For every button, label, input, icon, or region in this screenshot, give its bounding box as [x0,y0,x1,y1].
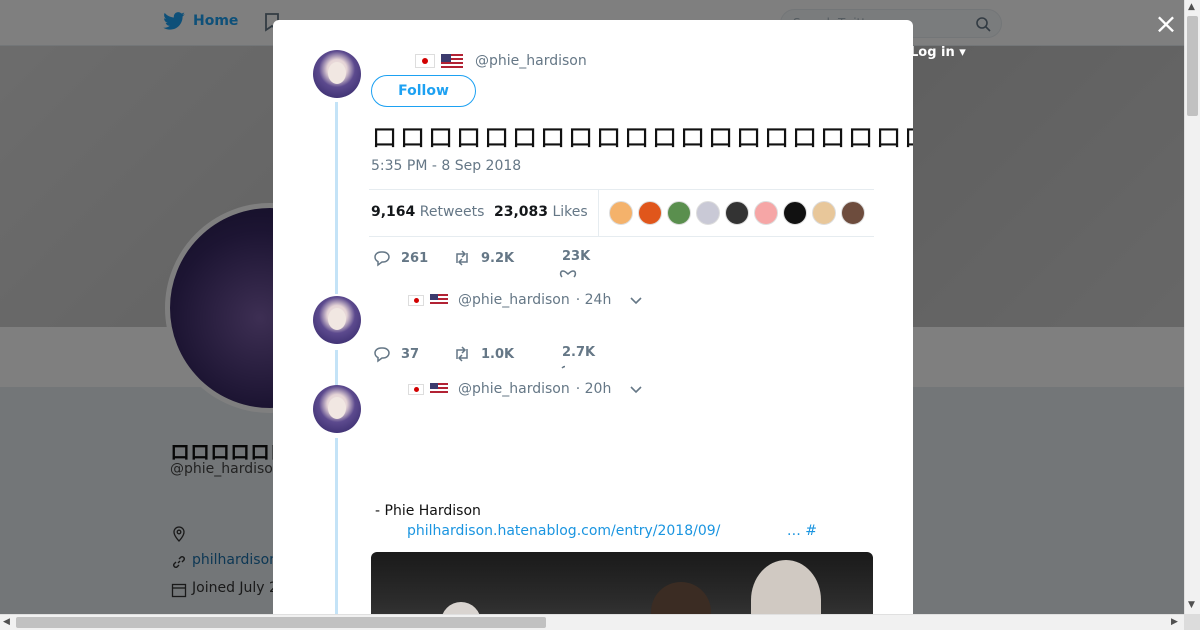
likes-count: 23,083 [494,204,549,220]
reply-count: 37 [401,346,420,362]
like-action[interactable]: 2.7K [561,345,596,369]
reply-action[interactable]: 37 [373,345,419,363]
avatar[interactable] [313,296,361,344]
liker-avatar[interactable] [696,201,720,225]
retweet-action[interactable]: 9.2K [453,249,514,267]
reply-link[interactable]: philhardison.hatenablog.com/entry/2018/0… [407,523,817,539]
chevron-down-icon[interactable] [629,382,643,396]
flag-emojis [408,294,448,306]
scrollbar-corner [1184,614,1200,630]
avatar[interactable] [313,50,361,98]
reply-action[interactable]: 261 [373,249,428,267]
flag-emojis [408,383,448,395]
us-flag-icon [441,53,463,69]
likes-label: Likes [552,204,588,220]
reply-icon [374,251,390,267]
liker-avatar[interactable] [667,201,691,225]
retweets-stat[interactable]: 9,164 Retweets [371,204,484,220]
flag-emojis [415,53,463,69]
reply-icon [374,347,390,363]
reply-author[interactable]: @phie_hardison · 24h [408,292,643,308]
reply-link-url[interactable]: philhardison.hatenablog.com/entry/2018/0… [407,523,720,539]
liker-avatars [609,201,865,225]
follow-button[interactable]: Follow [371,75,476,107]
reply-handle: @phie_hardison [458,381,570,397]
retweet-icon [456,346,468,362]
page: Home Search Twitter ロロロロロロL @phie_hardis… [0,0,1200,630]
reply-author[interactable]: @phie_hardison · 20h [408,381,643,397]
reply-time[interactable]: · 20h [576,381,612,397]
login-menu[interactable]: Log in ▾ [910,45,966,60]
retweets-count: 9,164 [371,204,416,220]
thread-line [335,438,338,620]
avatar[interactable] [313,385,361,433]
retweets-label: Retweets [419,204,485,220]
like-action[interactable]: 23K [559,249,591,279]
liker-avatar[interactable] [812,201,836,225]
retweet-action[interactable]: 1.0K [453,345,514,363]
tweet-author[interactable]: @phie_hardison [415,53,587,69]
photo-person [751,560,821,620]
scroll-up-arrow-icon[interactable]: ▲ [1188,2,1195,12]
stats-divider [598,190,599,236]
scroll-left-arrow-icon[interactable]: ◀ [3,617,10,627]
japan-flag-icon [408,383,424,395]
thread-line [335,350,338,386]
tweet-timestamp[interactable]: 5:35 PM - 8 Sep 2018 [371,158,521,174]
chevron-down-icon[interactable] [629,293,643,307]
tweet-modal: @phie_hardison Follow ロロロロロロロロロロロロロロロロロロ… [273,20,913,620]
reply-handle: @phie_hardison [458,292,570,308]
reply-time[interactable]: · 24h [576,292,612,308]
us-flag-icon [430,383,448,395]
vertical-scroll-thumb[interactable] [1187,16,1198,116]
retweet-icon [456,250,468,266]
liker-avatar[interactable] [638,201,662,225]
retweet-count: 9.2K [481,250,515,266]
liker-avatar[interactable] [725,201,749,225]
japan-flag-icon [415,54,435,68]
reply-count: 261 [401,250,429,266]
horizontal-scrollbar[interactable]: ◀ ▶ [0,614,1184,630]
liker-avatar[interactable] [609,201,633,225]
liker-avatar[interactable] [783,201,807,225]
login-label: Log in [910,45,955,60]
japan-flag-icon [408,294,424,306]
liker-avatar[interactable] [841,201,865,225]
close-button[interactable]: × [1152,10,1180,38]
like-count: 2.7K [562,345,596,360]
tweet-stats: 9,164 Retweets 23,083 Likes [369,189,874,237]
horizontal-scroll-thumb[interactable] [16,617,546,628]
like-count: 23K [562,249,591,264]
scroll-right-arrow-icon[interactable]: ▶ [1171,617,1178,627]
tweet-handle: @phie_hardison [475,53,587,69]
retweet-count: 1.0K [481,346,515,362]
reply-caption: - Phie Hardison [375,503,481,519]
heart-icon [559,270,577,278]
thread-line [335,102,338,294]
us-flag-icon [430,294,448,306]
reply-link-hashtag[interactable]: … # [787,523,817,539]
liker-avatar[interactable] [754,201,778,225]
vertical-scrollbar[interactable]: ▲ ▼ [1184,0,1200,614]
tweet-photo[interactable] [371,552,873,620]
scroll-down-arrow-icon[interactable]: ▼ [1188,600,1195,610]
heart-icon [561,365,566,369]
likes-stat[interactable]: 23,083 Likes [494,204,588,220]
tweet-text: ロロロロロロロロロロロロロロロロロロロロロロロロロロロロロロロロロロロロロロロロ… [371,123,913,154]
